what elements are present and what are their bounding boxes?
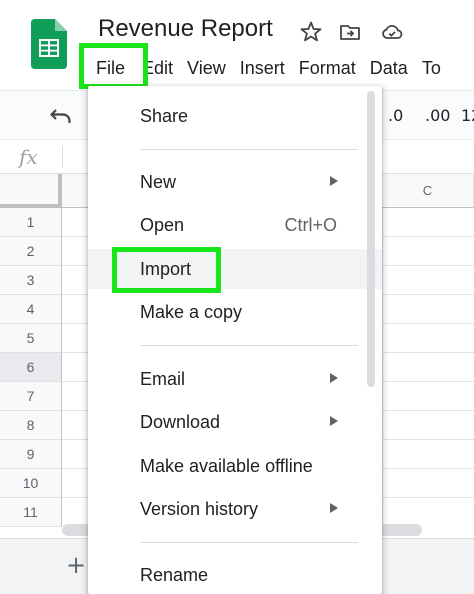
menu-scrollbar[interactable] xyxy=(367,91,375,387)
cloud-status-icon[interactable] xyxy=(380,20,404,44)
menu-separator xyxy=(140,345,358,346)
grid-line xyxy=(382,208,383,528)
file-menu-highlight-box xyxy=(79,43,148,89)
column-header-c[interactable]: C xyxy=(382,174,474,208)
increase-decimal-button[interactable]: .00 xyxy=(425,106,450,125)
submenu-arrow-icon xyxy=(330,176,338,186)
menu-item-label: Make a copy xyxy=(140,301,243,322)
row-header[interactable]: 2 xyxy=(0,237,62,266)
menu-item-label: Open xyxy=(140,214,185,235)
decrease-decimal-button[interactable]: .0 xyxy=(388,106,403,125)
menu-data[interactable]: Data xyxy=(363,53,415,83)
menu-item-make-a-copy[interactable]: Make a copy xyxy=(88,292,382,332)
menu-item-download[interactable]: Download xyxy=(88,402,382,442)
menu-item-label: Download xyxy=(140,411,221,432)
row-header[interactable]: 5 xyxy=(0,324,62,353)
menu-separator xyxy=(140,542,358,543)
shortcut-label: Ctrl+O xyxy=(284,214,337,235)
move-to-folder-icon[interactable] xyxy=(338,20,362,44)
menu-insert[interactable]: Insert xyxy=(233,53,292,83)
menu-tools[interactable]: To xyxy=(415,53,448,83)
menu-item-label: Make available offline xyxy=(140,455,313,476)
menu-item-make-available-offline[interactable]: Make available offline xyxy=(88,446,382,486)
menu-item-version-history[interactable]: Version history xyxy=(88,489,382,529)
menu-view[interactable]: View xyxy=(180,53,233,83)
menu-item-label: Email xyxy=(140,368,186,389)
row-header[interactable]: 8 xyxy=(0,411,62,440)
menu-item-label: Rename xyxy=(140,564,209,585)
document-title[interactable]: Revenue Report xyxy=(98,15,273,43)
submenu-arrow-icon xyxy=(330,503,338,513)
menu-item-rename[interactable]: Rename xyxy=(88,555,382,594)
add-sheet-button[interactable]: + xyxy=(66,551,86,579)
menu-separator xyxy=(140,149,358,150)
formula-divider xyxy=(62,146,63,168)
undo-icon[interactable] xyxy=(50,107,72,125)
row-header[interactable]: 3 xyxy=(0,266,62,295)
number-format-button[interactable]: 12 xyxy=(461,106,474,125)
menu-item-label: Version history xyxy=(140,498,259,519)
select-all-corner[interactable] xyxy=(0,174,62,208)
import-highlight-box xyxy=(112,247,221,293)
row-header[interactable]: 10 xyxy=(0,469,62,498)
menu-item-label: Share xyxy=(140,105,189,126)
row-header[interactable]: 4 xyxy=(0,295,62,324)
row-header[interactable]: 11 xyxy=(0,498,62,527)
menu-format[interactable]: Format xyxy=(292,53,363,83)
row-header[interactable]: 1 xyxy=(0,208,62,237)
file-menu-dropdown: Share New Open Ctrl+O Import Make a copy… xyxy=(88,86,382,594)
sheets-logo-icon[interactable] xyxy=(31,19,67,69)
row-header[interactable]: 7 xyxy=(0,382,62,411)
menu-item-email[interactable]: Email xyxy=(88,359,382,399)
submenu-arrow-icon xyxy=(330,373,338,383)
menu-item-new[interactable]: New xyxy=(88,162,382,202)
menu-item-share[interactable]: Share xyxy=(88,96,382,136)
fx-icon: fx xyxy=(19,145,38,169)
row-header-selected[interactable]: 6 xyxy=(0,353,62,382)
menu-item-label: New xyxy=(140,171,177,192)
submenu-arrow-icon xyxy=(330,416,338,426)
row-header[interactable]: 9 xyxy=(0,440,62,469)
menu-item-open[interactable]: Open Ctrl+O xyxy=(88,205,382,245)
star-icon[interactable] xyxy=(299,20,323,44)
